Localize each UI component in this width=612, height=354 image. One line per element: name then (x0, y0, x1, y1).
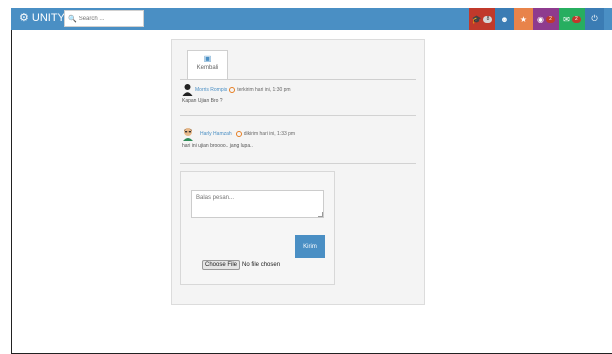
send-button[interactable]: Kirim (295, 235, 325, 258)
nav-profile[interactable]: ☻ (495, 8, 514, 30)
message-header: Harly Hamzah dikirim hari ini, 1:33 pm (182, 127, 414, 141)
message-time: dikirim hari ini, 1:33 pm (243, 131, 296, 137)
user-icon: ☻ (500, 14, 509, 24)
resize-handle-icon[interactable] (318, 212, 323, 217)
message-divider (180, 115, 416, 116)
brand-name: UNITY (31, 11, 65, 24)
envelope-icon: ✉ (563, 14, 570, 24)
cogs-icon: ⚙ (19, 12, 29, 24)
reply-textarea[interactable] (191, 190, 324, 218)
graduation-cap-icon: 🎓 (471, 14, 482, 24)
brand-logo[interactable]: ⚙ UNITY (19, 11, 65, 25)
page-frame-left (11, 30, 12, 354)
clock-icon (235, 131, 242, 137)
sender-name[interactable]: Morris Rompis (195, 87, 227, 93)
nav-logout[interactable]: ⏻ (585, 8, 604, 30)
avatar (182, 84, 193, 96)
message-text: Kapan Ujian Bro ? (182, 98, 223, 104)
nav-icons: 🎓 8 ☻ ★ ◉ 2 ✉ 2 ⏻ (469, 8, 604, 30)
nav-courses[interactable]: 🎓 8 (469, 8, 495, 30)
search-icon: 🔍 (68, 15, 77, 23)
search-input[interactable] (78, 15, 139, 22)
sender-name[interactable]: Harly Hamzah (200, 131, 232, 137)
conversation-panel: ▣ Kembali Morris Rompis terkirim hari in… (171, 39, 425, 305)
message-item: Morris Rompis terkirim hari ini, 1:30 pm… (182, 83, 414, 104)
clock-icon (229, 86, 236, 93)
avatar (183, 128, 193, 141)
trophy-icon: ★ (519, 14, 528, 24)
inbox-icon: ▣ (203, 54, 212, 63)
courses-badge: 8 (483, 15, 493, 23)
choose-file-button[interactable]: Choose File (202, 260, 241, 270)
message-text: hari ini ujian broooo.. jang lupa.. (182, 143, 253, 149)
message-item: Harly Hamzah dikirim hari ini, 1:33 pm h… (182, 127, 414, 149)
tab-divider (180, 79, 416, 80)
nav-achievements[interactable]: ★ (514, 8, 533, 30)
back-button[interactable]: ▣ Kembali (187, 50, 228, 79)
top-navbar: ⚙ UNITY 🔍 🎓 8 ☻ ★ ◉ 2 ✉ 2 ⏻ (11, 8, 612, 30)
message-time: terkirim hari ini, 1:30 pm (237, 86, 291, 93)
back-label: Kembali (196, 65, 219, 71)
notifications-badge: 2 (545, 15, 555, 23)
message-header: Morris Rompis terkirim hari ini, 1:30 pm (182, 83, 414, 96)
globe-icon: ◉ (537, 14, 544, 24)
file-status: No file chosen (242, 262, 281, 268)
nav-messages[interactable]: ✉ 2 (559, 8, 585, 30)
reply-form: Kirim Choose File No file chosen (180, 171, 335, 285)
file-upload: Choose File No file chosen (202, 260, 280, 270)
message-divider (180, 163, 416, 164)
nav-notifications[interactable]: ◉ 2 (533, 8, 559, 30)
messages-badge: 2 (571, 15, 581, 23)
power-icon: ⏻ (591, 14, 598, 23)
search-box: 🔍 (64, 10, 144, 27)
